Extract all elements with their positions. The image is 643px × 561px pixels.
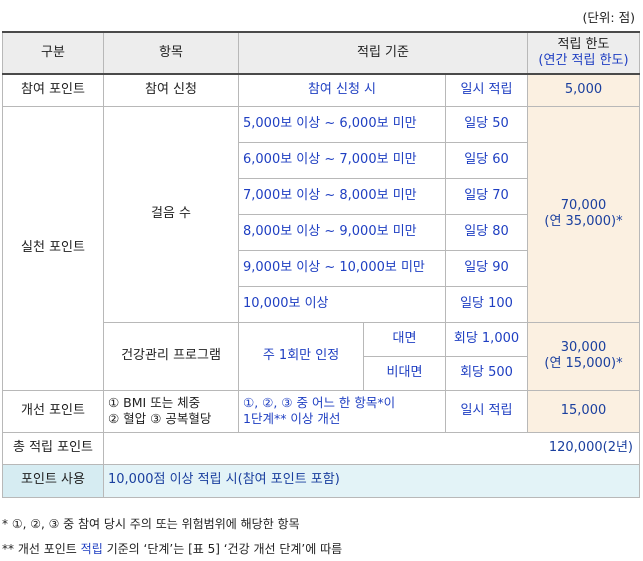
participation-rate: 일시 적립 — [445, 73, 528, 107]
program-rate: 회당 500 — [445, 355, 528, 391]
steps-limit: 70,000 (연 35,000)* — [527, 105, 640, 323]
steps-limit-value: 70,000 — [560, 197, 607, 213]
steps-rate: 일당 60 — [445, 141, 528, 179]
header-item: 항목 — [103, 31, 239, 75]
improvement-item-line1: ① BMI 또는 체중 — [108, 395, 201, 411]
footnote-2: ** 개선 포인트 적립 기준의 ‘단계’는 [표 5] ‘건강 개선 단계’에… — [2, 540, 342, 557]
unit-label: (단위: 점) — [582, 10, 635, 25]
total-label: 총 적립 포인트 — [2, 431, 104, 465]
usage-value: 10,000점 이상 적립 시(참여 포인트 포함) — [103, 463, 640, 498]
program-criteria: 주 1회만 인정 — [238, 321, 364, 391]
usage-row: 포인트 사용 10,000점 이상 적립 시(참여 포인트 포함) — [2, 463, 640, 498]
usage-label: 포인트 사용 — [2, 463, 104, 498]
total-row: 총 적립 포인트 120,000(2년) — [2, 431, 640, 465]
steps-item: 걸음 수 — [103, 105, 239, 323]
footnote-1: * ①, ②, ③ 중 참여 당시 주의 또는 위험범위에 해당한 항목 — [2, 517, 300, 531]
improvement-item: ① BMI 또는 체중 ② 혈압 ③ 공복혈당 — [103, 389, 239, 433]
steps-row: 실천 포인트 걸음 수 5,000보 이상 ~ 6,000보 미만 일당 50 … — [2, 105, 640, 391]
improvement-rate: 일시 적립 — [445, 389, 528, 433]
program-rate: 회당 1,000 — [445, 321, 528, 357]
footnote-2-suffix: 기준의 ‘단계’는 [표 5] ‘건강 개선 단계’에 따름 — [102, 542, 343, 556]
header-limit-sub: (연간 적립 한도) — [538, 53, 629, 68]
participation-limit: 5,000 — [527, 73, 640, 107]
improvement-category: 개선 포인트 — [2, 389, 104, 433]
steps-rate: 일당 100 — [445, 285, 528, 323]
header-limit-title: 적립 한도 — [557, 36, 610, 52]
steps-rate: 일당 80 — [445, 213, 528, 251]
steps-rate: 일당 70 — [445, 177, 528, 215]
improvement-limit: 15,000 — [527, 389, 640, 433]
improvement-criteria-line1: ①, ②, ③ 중 어느 한 항목*이 — [243, 395, 396, 411]
program-limit-annual: (연 15,000)* — [544, 356, 623, 371]
steps-limit-annual: (연 35,000)* — [544, 214, 623, 229]
improvement-row: 개선 포인트 ① BMI 또는 체중 ② 혈압 ③ 공복혈당 ①, ②, ③ 중… — [2, 389, 640, 433]
steps-rate: 일당 50 — [445, 105, 528, 143]
participation-category: 참여 포인트 — [2, 73, 104, 107]
program-mode: 비대면 — [363, 355, 446, 391]
program-limit: 30,000 (연 15,000)* — [527, 321, 640, 391]
program-mode: 대면 — [363, 321, 446, 357]
program-item: 건강관리 프로그램 — [103, 321, 239, 391]
header-criteria: 적립 기준 — [238, 31, 528, 75]
participation-criteria: 참여 신청 시 — [238, 73, 446, 107]
improvement-item-line2: ② 혈압 ③ 공복혈당 — [108, 411, 212, 426]
steps-criteria: 5,000보 이상 ~ 6,000보 미만 — [238, 105, 446, 143]
header-limit: 적립 한도 (연간 적립 한도) — [527, 31, 640, 75]
footnote-2-highlight: 적립 — [80, 542, 103, 556]
steps-rate: 일당 90 — [445, 249, 528, 287]
participation-row: 참여 포인트 참여 신청 참여 신청 시 일시 적립 5,000 — [2, 73, 640, 107]
point-table: 구분 항목 적립 기준 적립 한도 (연간 적립 한도) 참여 포인트 참여 신… — [2, 31, 640, 498]
header-category: 구분 — [2, 31, 104, 75]
steps-criteria: 8,000보 이상 ~ 9,000보 미만 — [238, 213, 446, 251]
steps-criteria: 6,000보 이상 ~ 7,000보 미만 — [238, 141, 446, 179]
practice-category: 실천 포인트 — [2, 105, 104, 391]
program-limit-value: 30,000 — [560, 339, 607, 355]
steps-criteria: 9,000보 이상 ~ 10,000보 미만 — [238, 249, 446, 287]
total-value: 120,000(2년) — [103, 431, 640, 465]
improvement-criteria: ①, ②, ③ 중 어느 한 항목*이 1단계** 이상 개선 — [238, 389, 446, 433]
steps-criteria: 10,000보 이상 — [238, 285, 446, 323]
footnote-2-prefix: ** 개선 포인트 — [2, 542, 81, 556]
participation-item: 참여 신청 — [103, 73, 239, 107]
header-row: 구분 항목 적립 기준 적립 한도 (연간 적립 한도) — [2, 31, 640, 75]
improvement-criteria-line2: 1단계** 이상 개선 — [243, 411, 341, 426]
steps-criteria: 7,000보 이상 ~ 8,000보 미만 — [238, 177, 446, 215]
